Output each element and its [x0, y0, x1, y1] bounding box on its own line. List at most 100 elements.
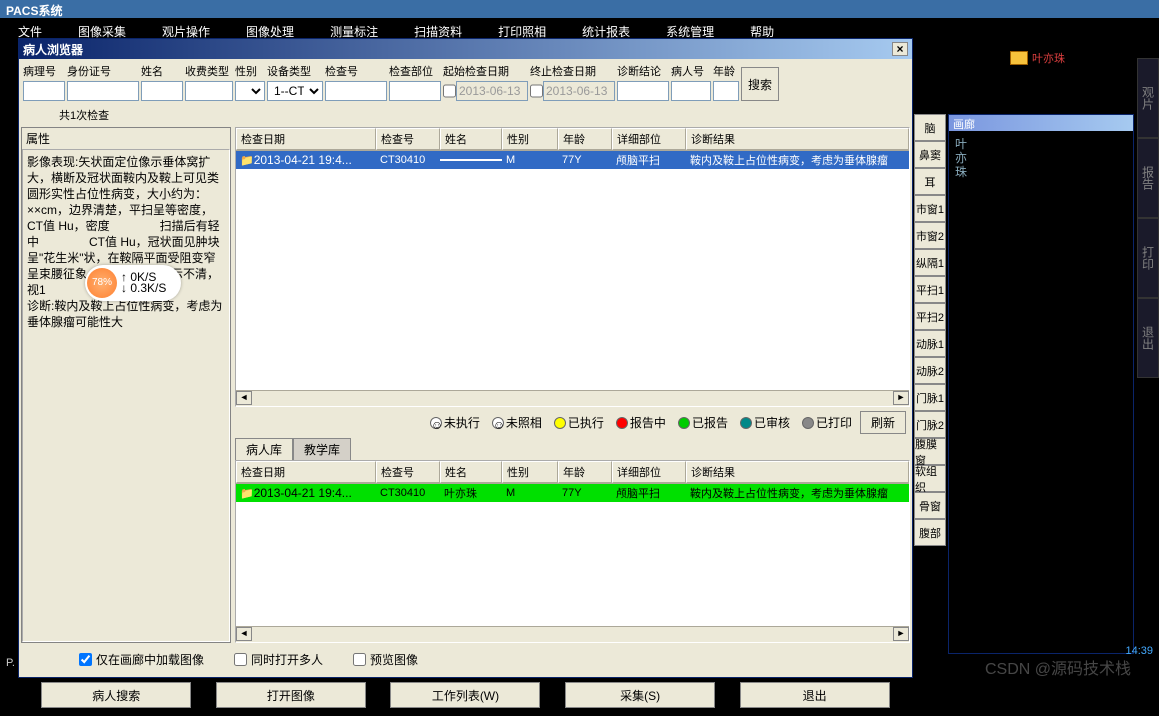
preset-bone[interactable]: 骨窗	[914, 492, 946, 519]
bottom-buttons: 病人搜索 打开图像 工作列表(W) 采集(S) 退出	[19, 674, 912, 716]
input-enddate[interactable]	[543, 81, 615, 101]
side-nav-report[interactable]: 报告	[1137, 138, 1159, 218]
preset-lung1[interactable]: 市窗1	[914, 195, 946, 222]
label-pathno: 病理号	[23, 63, 65, 81]
speed-circle: 78%	[87, 268, 117, 298]
patient-browser-window: 病人浏览器 × 病理号 身份证号 姓名 收费类型 性别 设备类型1--CT 检查…	[18, 38, 913, 678]
preset-art1[interactable]: 动脉1	[914, 330, 946, 357]
gallery-title: 画廊	[949, 115, 1133, 131]
preset-port1[interactable]: 门脉1	[914, 384, 946, 411]
patient-folder[interactable]: 叶亦珠	[1010, 50, 1065, 66]
properties-panel: 属性 影像表现:矢状面定位像示垂体窝扩大，横断及冠状面鞍内及鞍上可见类圆形实性占…	[21, 127, 231, 643]
side-nav-print[interactable]: 打印	[1137, 218, 1159, 298]
input-startdate[interactable]	[456, 81, 528, 101]
chk-only-gallery[interactable]: 仅在画廊中加载图像	[79, 651, 204, 668]
label-patno: 病人号	[671, 63, 711, 81]
status-unexec[interactable]: ☺未执行	[426, 412, 484, 433]
input-patno[interactable]	[671, 81, 711, 101]
lcol-sex[interactable]: 性别	[502, 461, 558, 483]
search-button[interactable]: 搜索	[741, 67, 779, 101]
btn-open-image[interactable]: 打开图像	[216, 682, 366, 708]
lib-scroll-x[interactable]: ◄►	[236, 626, 909, 642]
library-grid: 检查日期 检查号 姓名 性别 年龄 详细部位 诊断结果 📁2013-04-21 …	[235, 460, 910, 643]
col-no[interactable]: 检查号	[376, 128, 440, 150]
btn-patient-search[interactable]: 病人搜索	[41, 682, 191, 708]
properties-content: 影像表现:矢状面定位像示垂体窝扩大，横断及冠状面鞍内及鞍上可见类圆形实性占位性病…	[27, 155, 222, 329]
gallery-line3: 珠	[955, 165, 1127, 179]
label-enddate: 终止检查日期	[530, 63, 615, 81]
select-devtype[interactable]: 1--CT	[267, 81, 323, 101]
input-name[interactable]	[141, 81, 183, 101]
refresh-button[interactable]: 刷新	[860, 411, 906, 434]
chk-startdate[interactable]	[443, 81, 456, 101]
preset-lung2[interactable]: 市窗2	[914, 222, 946, 249]
lcol-name[interactable]: 姓名	[440, 461, 502, 483]
watermark: CSDN @源码技术栈	[985, 655, 1131, 679]
preset-plain2[interactable]: 平扫2	[914, 303, 946, 330]
tab-patient-lib[interactable]: 病人库	[235, 438, 293, 460]
preset-medi1[interactable]: 纵隔1	[914, 249, 946, 276]
gallery-line2: 亦	[955, 151, 1127, 165]
lib-row[interactable]: 📁2013-04-21 19:4... CT30410 叶亦珠 M 77Y 颅脑…	[236, 484, 909, 502]
label-sex: 性别	[235, 63, 265, 81]
preset-port2[interactable]: 门脉2	[914, 411, 946, 438]
input-examno[interactable]	[325, 81, 387, 101]
label-exampart: 检查部位	[389, 63, 441, 81]
status-reported[interactable]: 已报告	[674, 412, 732, 433]
input-idcard[interactable]	[67, 81, 139, 101]
input-age[interactable]	[713, 81, 739, 101]
input-diag[interactable]	[617, 81, 669, 101]
label-age: 年龄	[713, 63, 739, 81]
side-nav: 观片 报告 打印 退出	[1137, 58, 1159, 378]
lcol-date[interactable]: 检查日期	[236, 461, 376, 483]
window-preset-buttons: 脑 鼻窦 耳 市窗1 市窗2 纵隔1 平扫1 平扫2 动脉1 动脉2 门脉1 门…	[914, 114, 946, 546]
gallery-window: 画廊 叶 亦 珠	[948, 114, 1134, 654]
label-startdate: 起始检查日期	[443, 63, 528, 81]
status-exec[interactable]: 已执行	[550, 412, 608, 433]
chk-preview[interactable]: 预览图像	[353, 651, 418, 668]
label-examno: 检查号	[325, 63, 387, 81]
preset-brain[interactable]: 脑	[914, 114, 946, 141]
speed-text: ↑ 0K/S↓ 0.3K/S	[121, 272, 166, 294]
preset-sinus[interactable]: 鼻窦	[914, 141, 946, 168]
tab-teach-lib[interactable]: 教学库	[293, 438, 351, 460]
exam-scroll-x[interactable]: ◄►	[236, 390, 909, 406]
lcol-no[interactable]: 检查号	[376, 461, 440, 483]
col-age[interactable]: 年龄	[558, 128, 612, 150]
lcol-part[interactable]: 详细部位	[612, 461, 686, 483]
gallery-line1: 叶	[955, 137, 1127, 151]
btn-exit[interactable]: 退出	[740, 682, 890, 708]
chk-enddate[interactable]	[530, 81, 543, 101]
preset-soft[interactable]: 软组织	[914, 465, 946, 492]
col-diag[interactable]: 诊断结果	[686, 128, 909, 150]
status-audited[interactable]: 已审核	[736, 412, 794, 433]
preset-abdom[interactable]: 腹部	[914, 519, 946, 546]
exam-row-selected[interactable]: 📁2013-04-21 19:4... CT30410 M 77Y 颅脑平扫 鞍…	[236, 151, 909, 169]
input-feetype[interactable]	[185, 81, 233, 101]
status-unphoto[interactable]: ☺未照相	[488, 412, 546, 433]
col-date[interactable]: 检查日期	[236, 128, 376, 150]
select-sex[interactable]	[235, 81, 265, 101]
lcol-age[interactable]: 年龄	[558, 461, 612, 483]
folder-icon	[1010, 51, 1028, 65]
lcol-diag[interactable]: 诊断结果	[686, 461, 909, 483]
input-exampart[interactable]	[389, 81, 441, 101]
btn-worklist[interactable]: 工作列表(W)	[390, 682, 540, 708]
btn-collect[interactable]: 采集(S)	[565, 682, 715, 708]
preset-art2[interactable]: 动脉2	[914, 357, 946, 384]
status-printed[interactable]: 已打印	[798, 412, 856, 433]
preset-perit[interactable]: 腹膜窗	[914, 438, 946, 465]
col-sex[interactable]: 性别	[502, 128, 558, 150]
side-nav-view[interactable]: 观片	[1137, 58, 1159, 138]
status-reporting[interactable]: 报告中	[612, 412, 670, 433]
col-name[interactable]: 姓名	[440, 128, 502, 150]
input-pathno[interactable]	[23, 81, 65, 101]
preset-ear[interactable]: 耳	[914, 168, 946, 195]
col-part[interactable]: 详细部位	[612, 128, 686, 150]
label-diag: 诊断结论	[617, 63, 669, 81]
browser-title-text: 病人浏览器	[23, 41, 83, 58]
close-icon[interactable]: ×	[892, 42, 908, 56]
chk-multi[interactable]: 同时打开多人	[234, 651, 323, 668]
preset-plain1[interactable]: 平扫1	[914, 276, 946, 303]
side-nav-exit[interactable]: 退出	[1137, 298, 1159, 378]
